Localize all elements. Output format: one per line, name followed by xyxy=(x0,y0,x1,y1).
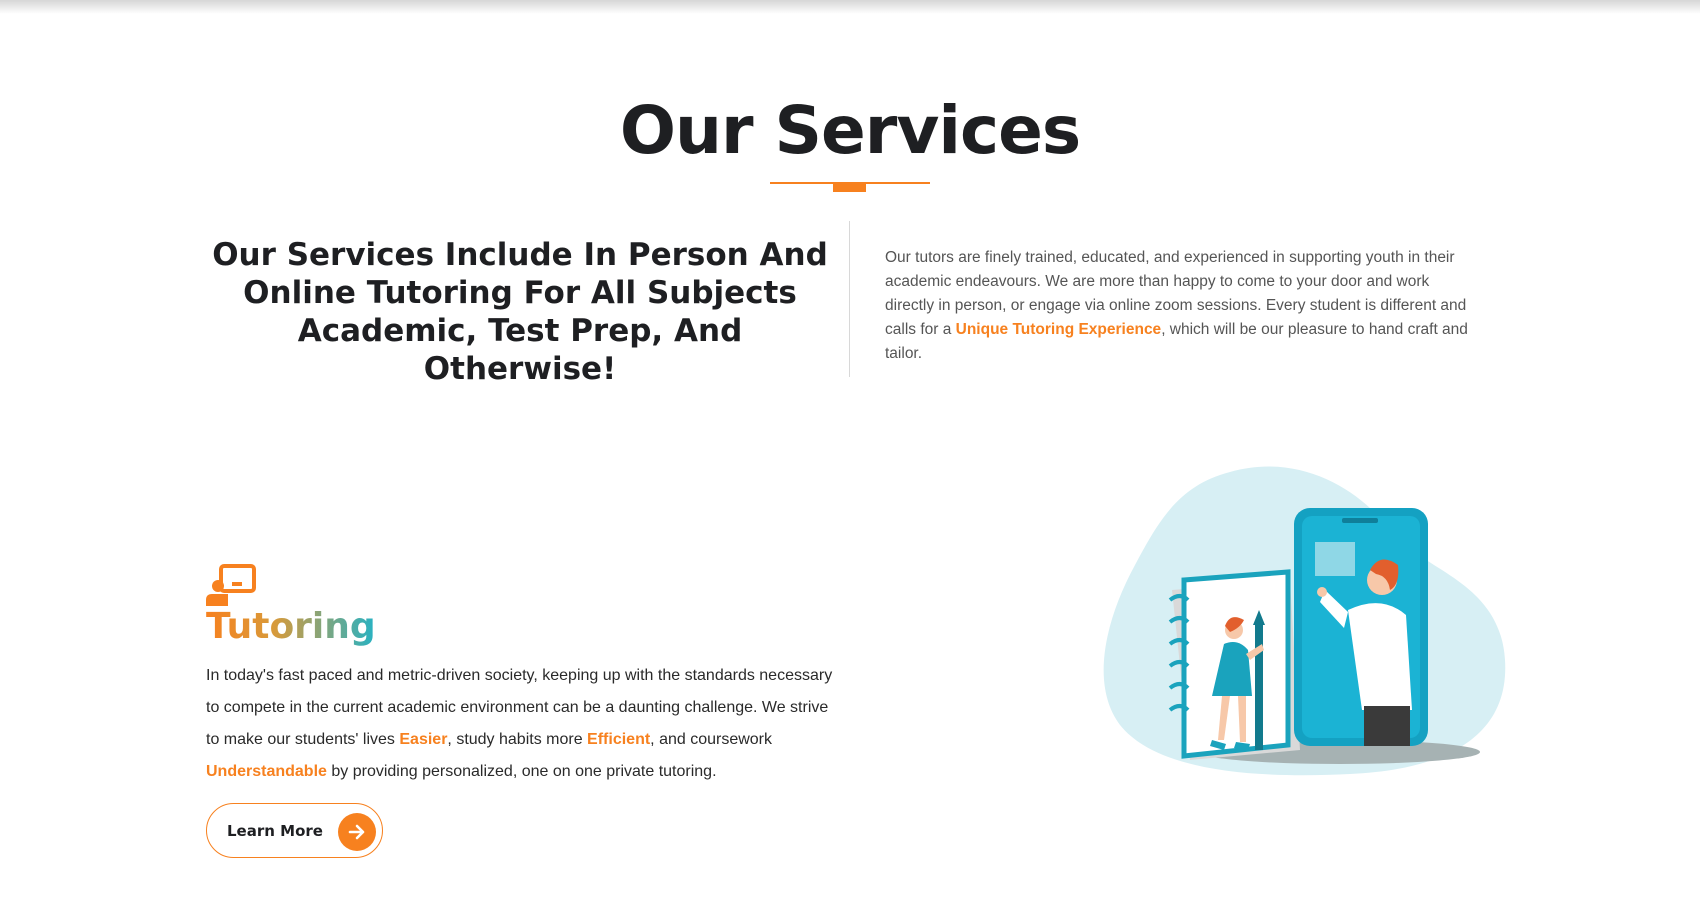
intro-divider xyxy=(849,221,850,377)
presenter-board-icon xyxy=(206,564,256,606)
arrow-right-icon xyxy=(338,813,376,851)
online-tutoring-illustration xyxy=(1100,460,1520,780)
intro-highlight: Unique Tutoring Experience xyxy=(955,321,1162,338)
intro-heading: Our Services Include In Person And Onlin… xyxy=(212,237,828,387)
intro-text: Our tutors are finely trained, educated,… xyxy=(885,246,1475,366)
title-underline-accent xyxy=(833,182,866,192)
learn-more-button[interactable]: Learn More xyxy=(206,803,383,858)
service-text-part: , and coursework xyxy=(650,731,773,748)
learn-more-label: Learn More xyxy=(227,822,323,840)
header-shadow xyxy=(0,0,1700,14)
service-description: In today's fast paced and metric-driven … xyxy=(206,660,846,788)
highlight-easier: Easier xyxy=(399,731,448,748)
highlight-understandable: Understandable xyxy=(206,763,327,780)
service-text-part: , study habits more xyxy=(447,731,588,748)
service-title: Tutoring xyxy=(206,606,376,647)
section-title: Our Services xyxy=(619,92,1081,169)
service-text-part: by providing personalized, one on one pr… xyxy=(326,763,717,780)
highlight-efficient: Efficient xyxy=(587,731,651,748)
